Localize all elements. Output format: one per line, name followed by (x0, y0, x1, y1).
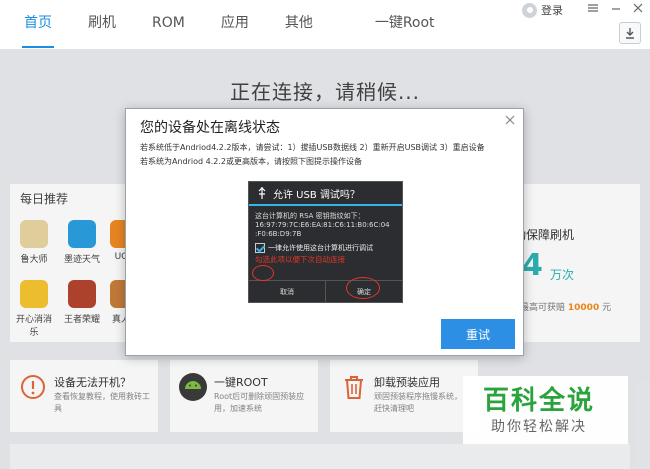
login-button[interactable]: 登录 (522, 2, 563, 18)
watermark: 百科全说 助你轻松解决 (463, 376, 628, 444)
tab-one-click-root[interactable]: 一键Root (365, 0, 445, 50)
watermark-slogan: 助你轻松解决 (491, 419, 587, 435)
rsa-label: 这台计算机的 RSA 密钥指纹如下： (255, 212, 365, 220)
checkbox-checked-icon (255, 243, 265, 253)
dialog-instruction-2: 若系统为Andriod 4.2.2或更高版本，请按照下图提示操作设备 (140, 157, 363, 166)
rsa-fingerprint-2: :F0:6B:D9:7B (255, 230, 302, 238)
login-label: 登录 (541, 4, 563, 17)
rsa-fingerprint-1: 16:97:79:7C:E6:EA:81:C6:11:B0:6C:04 (255, 221, 390, 229)
tab-apps[interactable]: 应用 (211, 0, 259, 50)
usb-cancel-button: 取消 (280, 287, 294, 296)
usb-dialog-header: 允许 USB 调试吗？ (249, 182, 402, 206)
offline-device-dialog: 您的设备处在离线状态 若系统低于Andriod4.2.2版本，请尝试：1）拔插U… (125, 108, 524, 356)
ok-highlight-circle (346, 277, 380, 299)
auto-connect-note: 勾选此项以便下次自动连接 (255, 255, 345, 264)
tab-flash[interactable]: 刷机 (78, 0, 126, 50)
nav-tabs: 首页 刷机 ROM 应用 其他 一键Root (14, 0, 461, 50)
tab-home[interactable]: 首页 (14, 0, 62, 50)
dialog-title: 您的设备处在离线状态 (140, 120, 280, 136)
tab-rom[interactable]: ROM (142, 0, 195, 50)
top-nav-bar: 首页 刷机 ROM 应用 其他 一键Root 登录 (0, 0, 650, 50)
minimize-icon[interactable] (608, 2, 624, 18)
usb-debug-screenshot: 允许 USB 调试吗？ 这台计算机的 RSA 密钥指纹如下： 16:97:79:… (248, 181, 403, 303)
tab-other[interactable]: 其他 (275, 0, 323, 50)
dialog-instruction-1: 若系统低于Andriod4.2.2版本，请尝试：1）拔插USB数据线 2）重新开… (140, 143, 485, 152)
download-button[interactable] (619, 22, 641, 44)
usb-icon (258, 187, 266, 199)
close-window-icon[interactable] (630, 2, 646, 18)
retry-button[interactable]: 重试 (441, 319, 515, 349)
checkbox-highlight-circle (252, 265, 274, 281)
always-allow-label: 一律允许使用这台计算机进行调试 (268, 243, 373, 252)
dialog-close-icon[interactable] (505, 113, 515, 129)
usb-dialog-title: 允许 USB 调试吗？ (273, 189, 360, 201)
usb-dialog-body: 这台计算机的 RSA 密钥指纹如下： 16:97:79:7C:E6:EA:81:… (249, 206, 402, 264)
menu-icon[interactable] (585, 2, 601, 18)
watermark-title: 百科全说 (483, 386, 596, 416)
download-icon (626, 28, 634, 39)
always-allow-checkbox: 一律允许使用这台计算机进行调试 (255, 243, 396, 253)
avatar-icon (522, 2, 537, 18)
